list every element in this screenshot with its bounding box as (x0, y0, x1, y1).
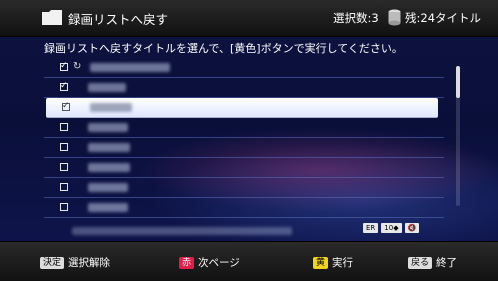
yellow-key: 黄 (313, 256, 329, 269)
back-key: 戻る (408, 256, 433, 269)
deselect-label: 選択解除 (68, 257, 111, 269)
list-item[interactable]: ↻ (44, 58, 444, 78)
audio-badge: 🔇 (404, 223, 420, 233)
deselect-button[interactable]: 決定 選択解除 (40, 255, 110, 270)
list-item[interactable] (44, 118, 444, 138)
scrollbar-thumb[interactable] (456, 66, 460, 98)
list-item[interactable] (44, 178, 444, 198)
list-item[interactable] (44, 158, 444, 178)
title-list: ↻ (44, 58, 444, 218)
list-item[interactable] (44, 78, 444, 98)
list-item[interactable] (44, 198, 444, 218)
title-text-blurred (88, 83, 126, 92)
selected-count: 選択数:3 (333, 11, 379, 25)
checkbox[interactable] (62, 100, 70, 112)
checkbox[interactable] (60, 143, 68, 151)
title-text-blurred (88, 143, 130, 152)
folder-icon (42, 10, 62, 25)
mode-badge: 10◆ (381, 223, 402, 233)
enter-key: 決定 (40, 256, 65, 269)
footer-bar: 決定 選択解除 赤 次ページ 黄 実行 戻る 終了 (0, 241, 498, 281)
execute-button[interactable]: 黄 実行 (313, 255, 353, 270)
title-text-blurred (88, 183, 128, 192)
er-badge: ER (363, 223, 379, 233)
red-key: 赤 (179, 256, 195, 269)
checkbox[interactable] (60, 183, 68, 191)
checkbox[interactable] (60, 60, 68, 72)
list-item-selected[interactable] (46, 98, 438, 118)
disk-icon (388, 9, 401, 26)
title-text-blurred (88, 203, 128, 212)
protect-icon: ↻ (73, 61, 82, 72)
list-item[interactable] (44, 138, 444, 158)
checkbox[interactable] (60, 123, 68, 131)
remaining-titles: 残:24タイトル (405, 11, 482, 25)
title-text-blurred (88, 163, 130, 172)
status-badges: ER 10◆ 🔇 (363, 223, 420, 233)
header-bar: 録画リストへ戻す 選択数:3 残:24タイトル (0, 0, 498, 37)
page-title: 録画リストへ戻す (68, 12, 169, 27)
checkbox[interactable] (60, 203, 68, 211)
checkbox[interactable] (60, 80, 68, 92)
title-text-blurred (88, 123, 128, 132)
next-page-label: 次ページ (198, 257, 240, 269)
title-text-blurred (90, 63, 170, 72)
detail-text-blurred (72, 227, 292, 235)
exit-button[interactable]: 戻る 終了 (408, 255, 457, 270)
checkbox[interactable] (60, 163, 68, 171)
next-page-button[interactable]: 赤 次ページ (179, 255, 240, 270)
exit-label: 終了 (436, 257, 458, 269)
instruction-text: 録画リストへ戻すタイトルを選んで、[黄色]ボタンで実行してください。 (44, 42, 403, 55)
scrollbar[interactable] (456, 66, 460, 206)
title-text-blurred (90, 103, 132, 112)
execute-label: 実行 (332, 257, 354, 269)
